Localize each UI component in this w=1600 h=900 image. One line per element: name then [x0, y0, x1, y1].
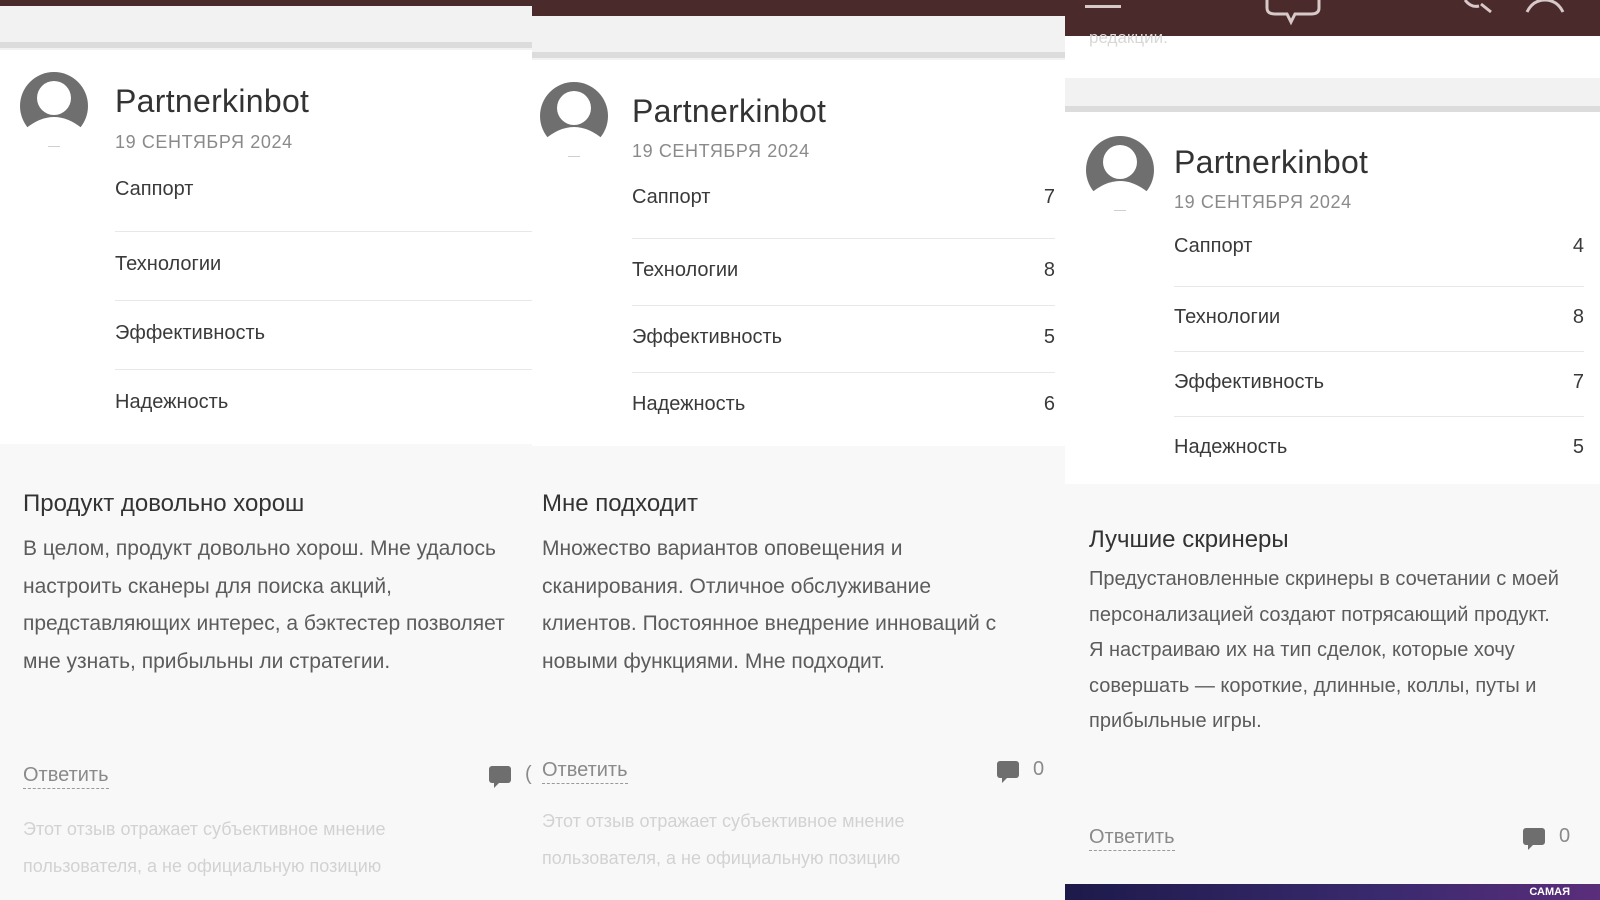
rating-label: Саппорт [115, 178, 194, 200]
comment-icon [1523, 828, 1545, 851]
review-title: Лучшие скринеры [1089, 526, 1289, 553]
review-body: Продукт довольно хорош В целом, продукт … [0, 444, 532, 900]
review-date: 19 СЕНТЯБРЯ 2024 [115, 132, 293, 152]
rating-row: Саппорт 7 [632, 172, 1055, 239]
rating-row: Надежность 5 [1174, 417, 1584, 481]
section-gap [532, 16, 1065, 64]
reply-link[interactable]: Ответить [542, 757, 628, 784]
rating-row: Технологии [115, 232, 532, 301]
comment-icon [489, 766, 511, 789]
avatar-icon [1086, 136, 1154, 206]
avatar-icon [20, 72, 88, 142]
avatar[interactable] [1084, 134, 1156, 211]
rating-row: Саппорт 4 [1174, 222, 1584, 287]
rating-row: Эффективность 5 [632, 306, 1055, 373]
review-card-header: Partnerkinbot 19 СЕНТЯБРЯ 2024 Саппорт 7… [532, 60, 1065, 446]
avatar-icon [540, 82, 608, 152]
reply-link[interactable]: Ответить [1089, 824, 1175, 851]
divider [0, 42, 532, 48]
menu-icon[interactable] [1085, 0, 1125, 12]
review-panel-1: Partnerkinbot 19 СЕНТЯБРЯ 2024 Саппорт Т… [0, 0, 532, 900]
review-title: Мне подходит [542, 490, 699, 517]
rating-row: Эффективность 7 [1174, 352, 1584, 417]
rating-score: 8 [1572, 306, 1584, 328]
review-title: Продукт довольно хорош [23, 490, 305, 517]
avatar[interactable] [538, 80, 610, 157]
comment-count-value: 0 [1033, 758, 1045, 780]
divider [532, 52, 1065, 58]
avatar-shadow [1114, 210, 1126, 211]
rating-label: Технологии [632, 259, 739, 281]
avatar-shadow [568, 156, 580, 157]
rating-label: Эффективность [632, 326, 783, 348]
rating-label: Технологии [115, 253, 222, 275]
rating-row: Технологии 8 [1174, 287, 1584, 352]
comment-count[interactable]: 0 [997, 758, 1045, 784]
review-date: 19 СЕНТЯБРЯ 2024 [1174, 192, 1352, 212]
rating-label: Технологии [1174, 306, 1281, 328]
chat-icon[interactable] [1261, 0, 1325, 26]
rating-label: Саппорт [1174, 235, 1253, 257]
section-gap [0, 6, 532, 54]
rating-label: Надежность [115, 391, 229, 413]
review-disclaimer: Этот отзыв отражает субъективное мнение … [23, 819, 386, 876]
ratings-list: Саппорт 7 Технологии 8 Эффективность 5 Н… [632, 172, 1055, 439]
ratings-list: Саппорт Технологии Эффективность Надежно… [115, 163, 532, 438]
top-bar [532, 0, 1065, 16]
review-panel-3: редакции. Partnerkinbot 19 СЕНТЯБРЯ 2024… [1065, 0, 1600, 900]
username[interactable]: Partnerkinbot [1174, 144, 1368, 181]
review-text: Множество вариантов оповещения и сканиро… [542, 537, 997, 673]
ad-banner[interactable]: САМАЯ [1065, 884, 1600, 900]
user-icon[interactable] [1523, 0, 1567, 14]
rating-label: Эффективность [115, 322, 266, 344]
review-text: Предустановленные скринеры в сочетании с… [1089, 568, 1559, 732]
comment-count[interactable]: 0 [1523, 825, 1571, 851]
rating-row: Надежность [115, 370, 532, 438]
review-text: В целом, продукт довольно хорош. Мне уда… [23, 537, 505, 673]
reply-link[interactable]: Ответить [23, 762, 109, 789]
review-date: 19 СЕНТЯБРЯ 2024 [632, 141, 810, 161]
rating-label: Эффективность [1174, 371, 1325, 393]
review-disclaimer: Этот отзыв отражает субъективное мнение … [542, 811, 905, 868]
section-gap: редакции. [1065, 28, 1600, 112]
comment-count[interactable]: ( [489, 763, 532, 789]
ad-banner-text: САМАЯ [1529, 886, 1570, 898]
review-card-header: Partnerkinbot 19 СЕНТЯБРЯ 2024 Саппорт Т… [0, 50, 532, 444]
review-body: Лучшие скринеры Предустановленные скрине… [1065, 484, 1600, 884]
review-body: Мне подходит Множество вариантов оповеще… [532, 446, 1065, 900]
rating-label: Надежность [1174, 436, 1288, 458]
comment-count-value: ( [525, 763, 532, 785]
ratings-list: Саппорт 4 Технологии 8 Эффективность 7 Н… [1174, 222, 1584, 481]
rating-row: Технологии 8 [632, 239, 1055, 306]
rating-row: Эффективность [115, 301, 532, 370]
rating-score: 7 [1572, 371, 1584, 393]
text-fragment: редакции. [1089, 28, 1168, 47]
rating-score: 6 [1043, 393, 1055, 415]
username[interactable]: Partnerkinbot [115, 83, 309, 120]
username[interactable]: Partnerkinbot [632, 93, 826, 130]
rating-label: Саппорт [632, 186, 711, 208]
rating-score: 4 [1572, 235, 1584, 257]
avatar[interactable] [18, 70, 90, 147]
rating-row: Надежность 6 [632, 373, 1055, 439]
rating-label: Надежность [632, 393, 746, 415]
rating-score: 5 [1043, 326, 1055, 348]
avatar-shadow [48, 146, 60, 147]
rating-row: Саппорт [115, 163, 532, 232]
rating-score: 8 [1043, 259, 1055, 281]
review-panel-2: Partnerkinbot 19 СЕНТЯБРЯ 2024 Саппорт 7… [532, 0, 1065, 900]
comment-count-value: 0 [1559, 825, 1571, 847]
review-card-header: Partnerkinbot 19 СЕНТЯБРЯ 2024 Саппорт 4… [1065, 112, 1600, 484]
rating-score: 7 [1043, 186, 1055, 208]
rating-score: 5 [1572, 436, 1584, 458]
comment-icon [997, 761, 1019, 784]
search-icon[interactable] [1463, 0, 1495, 14]
